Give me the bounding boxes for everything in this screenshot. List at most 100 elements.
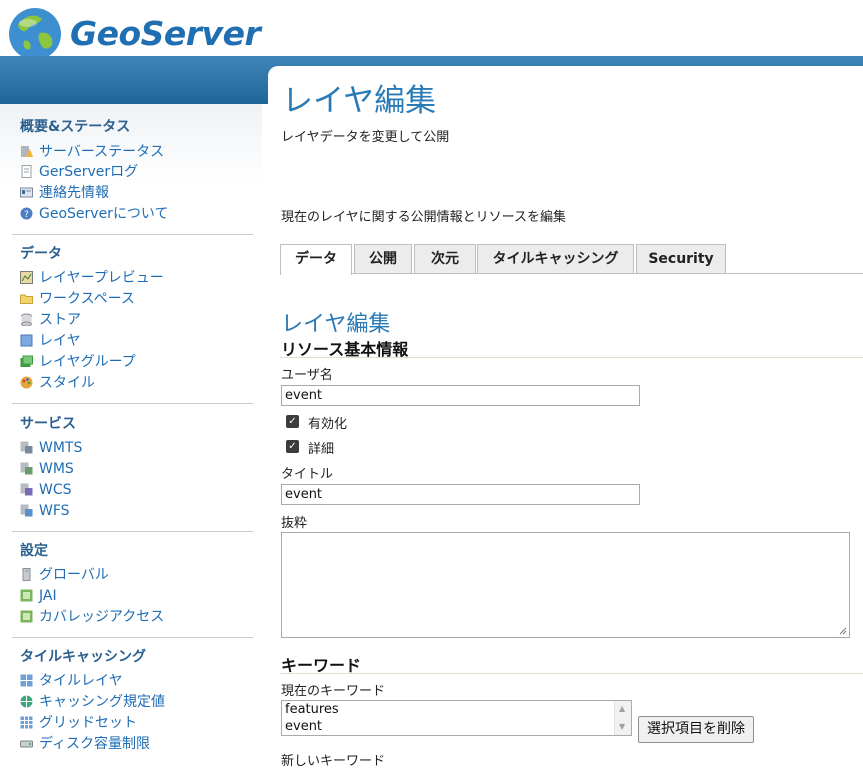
sidebar-item-tile-layers[interactable]: タイルレイヤ bbox=[20, 671, 123, 691]
section-title-data: データ bbox=[20, 246, 62, 262]
sidebar-item-wmts[interactable]: WMTS bbox=[20, 438, 82, 458]
main-content: レイヤ編集 レイヤデータを変更して公開 現在のレイヤに関する公開情報とリソースを… bbox=[268, 66, 863, 769]
sidebar-item-contact[interactable]: 連絡先情報 bbox=[20, 183, 109, 203]
sidebar-item-label: カバレッジアクセス bbox=[39, 609, 165, 625]
wcs-icon bbox=[20, 483, 33, 496]
sidebar-item-global[interactable]: グローバル bbox=[20, 565, 109, 585]
sidebar-item-label: サーバーステータス bbox=[39, 144, 165, 160]
heading-rule bbox=[280, 357, 863, 358]
sidebar-item-wcs[interactable]: WCS bbox=[20, 480, 72, 500]
sidebar-item-label: ストア bbox=[39, 312, 81, 328]
jai-icon bbox=[20, 589, 33, 602]
remove-selected-button[interactable]: 選択項目を削除 bbox=[638, 716, 754, 743]
sidebar-item-label: タイルレイヤ bbox=[39, 673, 123, 689]
log-file-icon bbox=[21, 165, 32, 178]
section-title-settings: 設定 bbox=[20, 543, 48, 559]
sidebar-item-label: グリッドセット bbox=[39, 715, 137, 731]
store-icon bbox=[21, 313, 32, 326]
name-label: ユーザ名 bbox=[281, 368, 333, 383]
current-keywords-label: 現在のキーワード bbox=[281, 684, 386, 699]
sidebar-item-server-status[interactable]: サーバーステータス bbox=[20, 142, 164, 162]
sidebar-item-gridsets[interactable]: グリッドセット bbox=[20, 713, 137, 733]
advertised-label: 詳細 bbox=[308, 442, 335, 457]
tile-layers-icon bbox=[20, 674, 33, 687]
section-title-status: 概要&ステータス bbox=[20, 119, 131, 135]
contact-card-icon bbox=[20, 187, 33, 198]
sidebar-item-label: ディスク容量制限 bbox=[39, 736, 151, 752]
sidebar-item-label: WMTS bbox=[39, 440, 83, 456]
section-title-tile-caching: タイルキャッシング bbox=[20, 649, 146, 665]
sidebar-item-wfs[interactable]: WFS bbox=[20, 501, 70, 521]
sidebar-item-label: キャッシング規定値 bbox=[39, 694, 165, 710]
sidebar-item-label: レイヤグループ bbox=[39, 354, 136, 370]
tab-bar-divider bbox=[280, 273, 863, 274]
info-icon: ? bbox=[20, 207, 33, 220]
listbox-scrollbar[interactable]: ▲ ▼ bbox=[614, 701, 631, 735]
sidebar-item-label: JAI bbox=[39, 588, 57, 604]
sidebar-item-layer-groups[interactable]: レイヤグループ bbox=[20, 352, 136, 372]
title-input[interactable]: event bbox=[281, 484, 640, 505]
svg-text:?: ? bbox=[24, 210, 29, 220]
wfs-icon bbox=[20, 504, 33, 517]
gridset-icon bbox=[20, 716, 33, 729]
sidebar-item-label: グローバル bbox=[39, 567, 109, 583]
section-subtitle: レイヤ編集 bbox=[281, 312, 391, 337]
global-settings-icon bbox=[22, 568, 31, 581]
abstract-textarea[interactable] bbox=[281, 532, 850, 638]
sidebar-item-jai[interactable]: JAI bbox=[20, 586, 57, 606]
caching-defaults-icon bbox=[20, 695, 33, 708]
advertised-checkbox[interactable]: ✓ bbox=[286, 440, 299, 453]
sidebar-item-disk-quota[interactable]: ディスク容量制限 bbox=[20, 734, 150, 754]
list-item[interactable]: features bbox=[282, 701, 631, 718]
page-description: レイヤデータを変更して公開 bbox=[281, 130, 450, 145]
tab-publishing[interactable]: 公開 bbox=[354, 244, 412, 274]
scroll-up-icon[interactable]: ▲ bbox=[619, 704, 625, 713]
resize-grip-icon[interactable] bbox=[839, 627, 847, 635]
brand-name: GeoServer bbox=[70, 14, 261, 53]
sidebar-item-label: レイヤ bbox=[39, 333, 81, 349]
tab-tile-caching[interactable]: タイルキャッシング bbox=[477, 244, 634, 274]
sidebar-item-layers[interactable]: レイヤ bbox=[20, 331, 81, 351]
sidebar-item-about[interactable]: ? GeoServerについて bbox=[20, 204, 169, 224]
abstract-label: 抜粋 bbox=[281, 516, 308, 531]
name-input[interactable]: event bbox=[281, 385, 640, 406]
sidebar-item-label: ワークスペース bbox=[39, 291, 135, 307]
sidebar-item-wms[interactable]: WMS bbox=[20, 459, 74, 479]
header: GeoServer bbox=[0, 0, 863, 62]
section-divider bbox=[12, 531, 253, 532]
sidebar-item-label: WCS bbox=[39, 482, 72, 498]
list-item[interactable]: event bbox=[282, 718, 631, 735]
tab-security[interactable]: Security bbox=[636, 244, 726, 274]
folder-icon bbox=[20, 294, 33, 304]
wmts-icon bbox=[20, 441, 33, 454]
scroll-down-icon[interactable]: ▼ bbox=[619, 722, 625, 731]
enabled-checkbox[interactable]: ✓ bbox=[286, 415, 299, 428]
sidebar-item-log[interactable]: GerServerログ bbox=[20, 162, 138, 182]
server-status-icon bbox=[21, 146, 33, 157]
section-divider bbox=[12, 234, 253, 235]
sidebar-item-layer-preview[interactable]: レイヤープレビュー bbox=[20, 268, 164, 288]
keywords-listbox[interactable]: features event ▲ ▼ bbox=[281, 700, 632, 736]
enabled-label: 有効化 bbox=[308, 417, 348, 432]
sidebar-item-label: レイヤープレビュー bbox=[39, 270, 164, 286]
tab-data[interactable]: データ bbox=[280, 244, 352, 275]
sidebar-item-workspaces[interactable]: ワークスペース bbox=[20, 289, 135, 309]
wms-icon bbox=[20, 462, 33, 475]
sidebar: 概要&ステータス サーバーステータス GerServerログ 連絡先情報 ? Ge… bbox=[0, 104, 262, 761]
sidebar-item-label: WFS bbox=[39, 503, 70, 519]
sidebar-item-label: GerServerログ bbox=[39, 164, 139, 180]
palette-icon bbox=[20, 376, 33, 389]
sidebar-item-caching-defaults[interactable]: キャッシング規定値 bbox=[20, 692, 165, 712]
tab-dimensions[interactable]: 次元 bbox=[414, 244, 476, 274]
section-divider bbox=[12, 637, 253, 638]
disk-quota-icon bbox=[20, 740, 33, 748]
sidebar-item-label: GeoServerについて bbox=[39, 206, 169, 222]
sidebar-item-coverage-access[interactable]: カバレッジアクセス bbox=[20, 607, 164, 627]
sidebar-item-label: 連絡先情報 bbox=[39, 185, 109, 201]
coverage-access-icon bbox=[20, 610, 33, 623]
layer-preview-icon bbox=[20, 271, 33, 284]
sidebar-item-stores[interactable]: ストア bbox=[20, 310, 81, 330]
layer-icon bbox=[20, 334, 33, 347]
sidebar-item-label: WMS bbox=[39, 461, 74, 477]
sidebar-item-styles[interactable]: スタイル bbox=[20, 373, 95, 393]
